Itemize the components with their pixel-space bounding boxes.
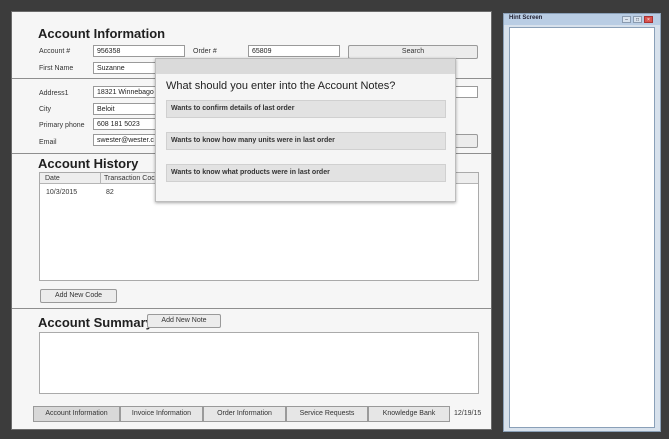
- add-new-code-button[interactable]: Add New Code: [40, 289, 117, 303]
- hint-title: Hint Screen: [509, 15, 543, 21]
- hint-screen-window: Hint Screen – □ ×: [503, 13, 661, 432]
- column-header-transaction-code: Transaction Coc: [104, 175, 155, 182]
- email-label: Email: [39, 139, 57, 146]
- question-popup: What should you enter into the Account N…: [155, 58, 456, 202]
- tab-account-information[interactable]: Account Information: [33, 406, 120, 422]
- current-date: 12/19/15: [454, 410, 482, 417]
- account-number-field[interactable]: 956358: [93, 45, 185, 57]
- column-header-date: Date: [45, 175, 60, 182]
- account-summary-title: Account Summary: [38, 315, 153, 330]
- answer-option-what-products[interactable]: Wants to know what products were in last…: [166, 164, 446, 182]
- popup-question: What should you enter into the Account N…: [166, 80, 396, 92]
- account-summary-notes[interactable]: [39, 332, 479, 394]
- first-name-label: First Name: [39, 65, 74, 72]
- tab-invoice-information[interactable]: Invoice Information: [120, 406, 203, 422]
- address-label: Address1: [39, 90, 69, 97]
- answer-option-how-many-units[interactable]: Wants to know how many units were in las…: [166, 132, 446, 150]
- account-history-title: Account History: [38, 156, 139, 171]
- column-divider: [100, 173, 101, 184]
- table-cell-code: 82: [106, 189, 114, 196]
- tab-knowledge-bank[interactable]: Knowledge Bank: [368, 406, 450, 422]
- hint-content: [509, 27, 655, 428]
- divider: [12, 308, 491, 309]
- tab-service-requests[interactable]: Service Requests: [286, 406, 368, 422]
- order-number-label: Order #: [193, 48, 217, 55]
- close-icon[interactable]: ×: [644, 16, 653, 23]
- order-number-field[interactable]: 65809: [248, 45, 340, 57]
- answer-option-confirm-details[interactable]: Wants to confirm details of last order: [166, 100, 446, 118]
- popup-header-bar: [156, 59, 455, 74]
- table-cell-date: 10/3/2015: [46, 189, 78, 196]
- primary-phone-label: Primary phone: [39, 122, 85, 129]
- city-label: City: [39, 106, 52, 113]
- minimize-icon[interactable]: –: [622, 16, 631, 23]
- maximize-icon[interactable]: □: [633, 16, 642, 23]
- account-information-title: Account Information: [38, 26, 166, 41]
- tab-order-information[interactable]: Order Information: [203, 406, 286, 422]
- add-new-note-button[interactable]: Add New Note: [147, 314, 221, 328]
- search-button[interactable]: Search: [348, 45, 478, 59]
- account-number-label: Account #: [39, 48, 71, 55]
